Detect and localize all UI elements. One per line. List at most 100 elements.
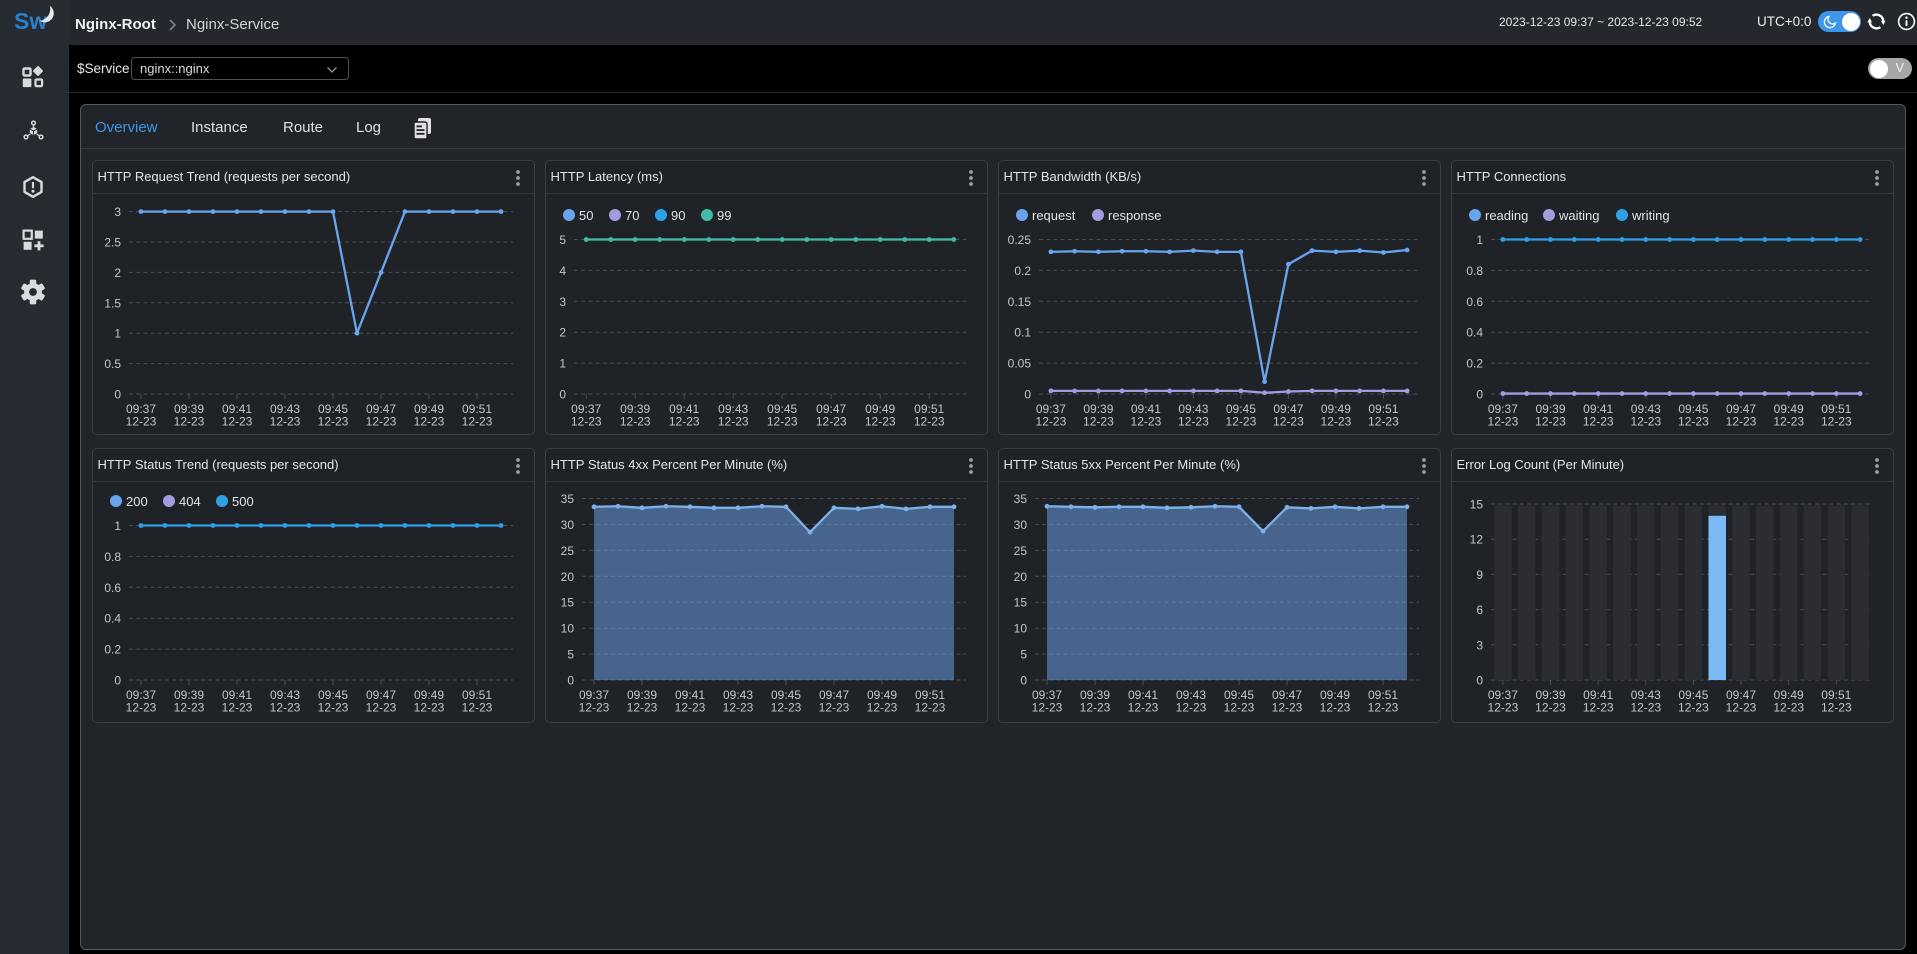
svg-text:12-23: 12-23 bbox=[1176, 701, 1207, 715]
svg-text:15: 15 bbox=[1014, 596, 1028, 610]
svg-text:12-23: 12-23 bbox=[1535, 701, 1566, 715]
svg-text:15: 15 bbox=[1470, 498, 1484, 512]
svg-text:12-23: 12-23 bbox=[867, 701, 898, 715]
svg-text:12-23: 12-23 bbox=[675, 701, 706, 715]
svg-text:12-23: 12-23 bbox=[771, 701, 802, 715]
svg-text:0.2: 0.2 bbox=[1014, 264, 1031, 278]
svg-text:12-23: 12-23 bbox=[1320, 701, 1351, 715]
svg-text:12-23: 12-23 bbox=[1226, 415, 1257, 429]
svg-text:4: 4 bbox=[559, 264, 566, 278]
svg-text:12-23: 12-23 bbox=[579, 701, 610, 715]
svg-text:0: 0 bbox=[114, 674, 121, 688]
svg-text:10: 10 bbox=[561, 622, 575, 636]
svg-text:12-23: 12-23 bbox=[1773, 701, 1804, 715]
svg-text:12-23: 12-23 bbox=[414, 415, 445, 429]
svg-text:12-23: 12-23 bbox=[1630, 415, 1661, 429]
svg-text:12-23: 12-23 bbox=[1726, 701, 1757, 715]
svg-text:12-23: 12-23 bbox=[1273, 415, 1304, 429]
svg-text:20: 20 bbox=[1014, 570, 1028, 584]
svg-text:12: 12 bbox=[1470, 533, 1484, 547]
svg-text:3: 3 bbox=[114, 205, 121, 219]
svg-text:9: 9 bbox=[1476, 568, 1483, 582]
svg-text:0.6: 0.6 bbox=[104, 581, 121, 595]
svg-text:10: 10 bbox=[1014, 622, 1028, 636]
svg-text:12-23: 12-23 bbox=[366, 415, 397, 429]
svg-text:3: 3 bbox=[1476, 638, 1483, 652]
svg-text:15: 15 bbox=[561, 596, 575, 610]
svg-text:35: 35 bbox=[1014, 492, 1028, 506]
svg-text:12-23: 12-23 bbox=[1821, 415, 1852, 429]
svg-text:12-23: 12-23 bbox=[1678, 701, 1709, 715]
svg-text:12-23: 12-23 bbox=[1321, 415, 1352, 429]
svg-text:1: 1 bbox=[114, 519, 121, 533]
svg-text:30: 30 bbox=[1014, 518, 1028, 532]
svg-text:12-23: 12-23 bbox=[669, 415, 700, 429]
svg-text:0.4: 0.4 bbox=[104, 612, 121, 626]
svg-text:12-23: 12-23 bbox=[1821, 701, 1852, 715]
svg-text:0.25: 0.25 bbox=[1008, 233, 1032, 247]
svg-text:12-23: 12-23 bbox=[1488, 701, 1519, 715]
svg-text:12-23: 12-23 bbox=[571, 415, 602, 429]
svg-text:12-23: 12-23 bbox=[718, 415, 749, 429]
svg-text:0.05: 0.05 bbox=[1008, 357, 1032, 371]
svg-text:12-23: 12-23 bbox=[1630, 701, 1661, 715]
svg-text:12-23: 12-23 bbox=[819, 701, 850, 715]
svg-text:response: response bbox=[1108, 208, 1161, 223]
svg-text:70: 70 bbox=[625, 208, 639, 223]
svg-text:12-23: 12-23 bbox=[126, 701, 157, 715]
svg-text:12-23: 12-23 bbox=[174, 701, 205, 715]
svg-text:12-23: 12-23 bbox=[1535, 415, 1566, 429]
svg-text:12-23: 12-23 bbox=[1773, 415, 1804, 429]
svg-text:0.8: 0.8 bbox=[104, 550, 121, 564]
svg-text:12-23: 12-23 bbox=[1224, 701, 1255, 715]
svg-text:reading: reading bbox=[1485, 208, 1528, 223]
svg-text:0.6: 0.6 bbox=[1466, 295, 1483, 309]
svg-text:12-23: 12-23 bbox=[1583, 415, 1614, 429]
svg-text:0.8: 0.8 bbox=[1466, 264, 1483, 278]
svg-text:12-23: 12-23 bbox=[915, 701, 946, 715]
svg-text:0: 0 bbox=[114, 388, 121, 402]
svg-text:12-23: 12-23 bbox=[723, 701, 754, 715]
svg-text:0: 0 bbox=[1476, 388, 1483, 402]
svg-text:0.2: 0.2 bbox=[1466, 357, 1483, 371]
svg-text:99: 99 bbox=[717, 208, 731, 223]
svg-text:0: 0 bbox=[567, 674, 574, 688]
svg-text:12-23: 12-23 bbox=[1080, 701, 1111, 715]
svg-text:2: 2 bbox=[114, 266, 121, 280]
svg-text:0.5: 0.5 bbox=[104, 357, 121, 371]
svg-text:12-23: 12-23 bbox=[462, 415, 493, 429]
svg-text:2: 2 bbox=[559, 326, 566, 340]
svg-text:25: 25 bbox=[1014, 544, 1028, 558]
svg-text:12-23: 12-23 bbox=[767, 415, 798, 429]
svg-text:3: 3 bbox=[559, 295, 566, 309]
svg-text:0: 0 bbox=[1476, 674, 1483, 688]
svg-text:90: 90 bbox=[671, 208, 685, 223]
svg-text:50: 50 bbox=[579, 208, 593, 223]
svg-text:12-23: 12-23 bbox=[222, 701, 253, 715]
svg-text:12-23: 12-23 bbox=[270, 701, 301, 715]
svg-text:1: 1 bbox=[114, 327, 121, 341]
svg-text:12-23: 12-23 bbox=[414, 701, 445, 715]
svg-text:12-23: 12-23 bbox=[1272, 701, 1303, 715]
svg-text:1: 1 bbox=[1476, 233, 1483, 247]
svg-text:12-23: 12-23 bbox=[1032, 701, 1063, 715]
svg-text:5: 5 bbox=[559, 233, 566, 247]
svg-text:35: 35 bbox=[561, 492, 575, 506]
svg-text:1.5: 1.5 bbox=[104, 296, 121, 310]
svg-text:2.5: 2.5 bbox=[104, 236, 121, 250]
svg-text:12-23: 12-23 bbox=[1368, 415, 1399, 429]
svg-text:0.1: 0.1 bbox=[1014, 326, 1031, 340]
svg-text:writing: writing bbox=[1631, 208, 1670, 223]
svg-text:12-23: 12-23 bbox=[816, 415, 847, 429]
svg-text:12-23: 12-23 bbox=[318, 415, 349, 429]
svg-text:12-23: 12-23 bbox=[1726, 415, 1757, 429]
svg-text:12-23: 12-23 bbox=[318, 701, 349, 715]
svg-text:12-23: 12-23 bbox=[1083, 415, 1114, 429]
svg-text:12-23: 12-23 bbox=[620, 415, 651, 429]
svg-text:0: 0 bbox=[1020, 674, 1027, 688]
svg-text:12-23: 12-23 bbox=[1678, 415, 1709, 429]
svg-text:0.2: 0.2 bbox=[104, 643, 121, 657]
svg-text:12-23: 12-23 bbox=[270, 415, 301, 429]
svg-text:request: request bbox=[1032, 208, 1076, 223]
svg-text:12-23: 12-23 bbox=[366, 701, 397, 715]
